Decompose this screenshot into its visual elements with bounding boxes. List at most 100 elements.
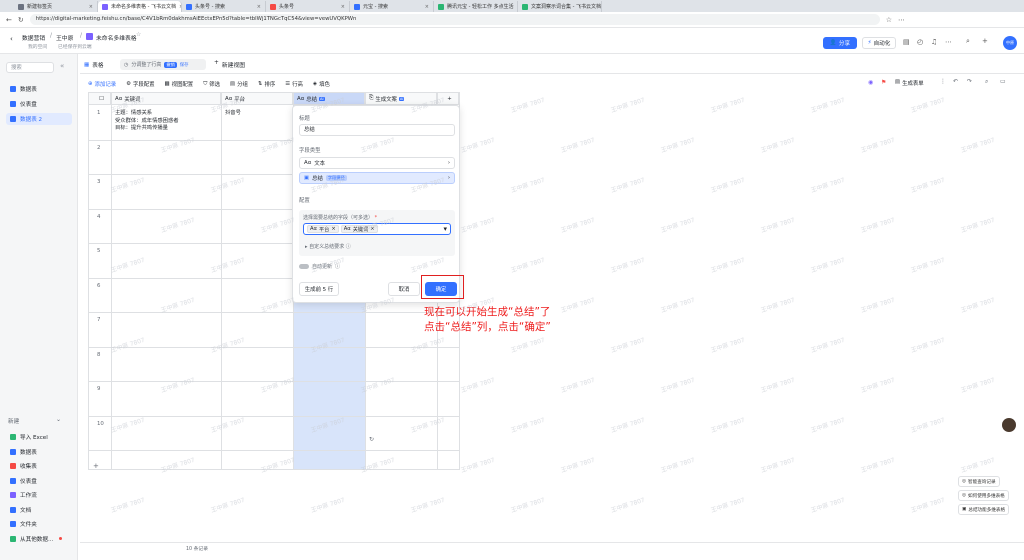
search-icon[interactable]: ⌕ (966, 37, 970, 46)
new-item[interactable]: 工作流 (6, 489, 72, 501)
comment-icon[interactable]: ▭ (1000, 78, 1006, 85)
row-number: 9 (97, 386, 101, 392)
toolbar-gear-button[interactable]: ⚙ 字段配置 (126, 80, 154, 88)
toolbar-row-height-button[interactable]: ☰ 行高 (285, 80, 303, 88)
chevron-down-icon[interactable]: ⌄ (56, 416, 61, 423)
automation-button[interactable]: ⚡ 自动化 (862, 37, 896, 49)
star-icon[interactable]: ☆ (886, 16, 892, 24)
close-icon[interactable]: × (425, 4, 429, 10)
generate-form-button[interactable]: ▤ 生成表单 (895, 79, 924, 87)
browser-tab[interactable]: 腾讯元宝 - 轻松工作 多点生活× (434, 1, 518, 12)
browser-tab[interactable]: 元宝 - 搜索 × (350, 1, 434, 12)
settings-icon[interactable]: ⋮ (940, 78, 946, 85)
toolbar-sort-button[interactable]: ⇅ 排序 (258, 80, 275, 88)
reload-icon[interactable]: ↻ (18, 16, 24, 24)
tab-label: 文案洞察示词合集 - 飞书云文档 (531, 4, 601, 10)
new-item-label: 数据表 (20, 449, 37, 456)
row-number: 4 (97, 213, 101, 220)
generate-first-rows-button[interactable]: 生成前 5 行 (299, 282, 339, 296)
more-icon[interactable]: ⋯ (945, 38, 952, 46)
new-item[interactable]: 收集表 (6, 460, 72, 472)
tab-table[interactable]: ▦ 表格 (84, 61, 104, 69)
field-config-panel: 标题 总结 字段类型 Aα 文本 › ▣ 总结 字段捷径 › 配置 选择需要总结的字段（可… (292, 105, 460, 303)
config-box: 选择需要总结的字段（可多选） * Aα 平台 × Aα 关键词 × ▾ ▸ 自定… (299, 210, 455, 256)
space-label: 我的空间 (28, 45, 48, 50)
search-input[interactable]: 搜索 (6, 62, 54, 73)
breadcrumb-owner[interactable]: 王中原 (56, 33, 73, 42)
doc-title[interactable]: 未命名多维表格 (96, 33, 137, 42)
flag-icon[interactable]: ⚑ (881, 79, 886, 86)
new-view-button[interactable]: + 新建视图 (214, 60, 245, 69)
undo-icon[interactable]: ↶ (953, 78, 958, 85)
row-divider (89, 450, 459, 451)
new-item[interactable]: 数据表 (6, 446, 72, 458)
redo-icon[interactable]: ↷ (967, 78, 972, 85)
toolbar-view-button[interactable]: ▦ 视图配置 (165, 80, 194, 88)
new-item[interactable]: 仪表盘 (6, 475, 72, 487)
sidebar-item[interactable]: 数据表 (6, 83, 72, 95)
close-icon[interactable]: × (89, 4, 93, 10)
select-all-checkbox[interactable]: ☐ (89, 93, 111, 105)
summary-feature-button[interactable]: ▣ 总结功能多维表格 (958, 504, 1010, 515)
breadcrumb-parent[interactable]: 数据营销 (22, 33, 45, 42)
avatar[interactable]: 中原 (1003, 36, 1017, 50)
smart-query-button[interactable]: ◎ 智能查询记录 (958, 476, 1000, 487)
refresh-icon[interactable]: ↻ (369, 436, 374, 443)
watermark: 王中原 7807 (910, 96, 946, 115)
new-item[interactable]: 从其他数据... (6, 533, 72, 545)
star-icon[interactable]: ☆ (136, 32, 141, 38)
field-type-text-option[interactable]: Aα 文本 › (299, 157, 455, 169)
plus-icon[interactable]: + (982, 37, 988, 45)
new-item-label: 仪表盘 (20, 478, 37, 485)
collapse-icon[interactable]: « (60, 62, 64, 70)
toolbar-filter-button[interactable]: ⛉ 筛选 (203, 80, 220, 89)
document-icon[interactable]: ▤ (903, 38, 910, 46)
sidebar-item[interactable]: 仪表盘 (6, 98, 72, 110)
bell-icon[interactable]: ♫ (931, 38, 937, 46)
new-item[interactable]: 导入 Excel (6, 431, 72, 443)
new-item[interactable]: 文档 (6, 504, 72, 516)
sidebar-item[interactable]: 数据表 2 (6, 113, 72, 125)
toggle-switch[interactable] (299, 264, 309, 269)
undo-badge[interactable]: 撤销 (164, 61, 177, 68)
cell-platform-row1[interactable]: 抖音号 (225, 110, 241, 118)
how-to-use-button[interactable]: ◎ 如何使用多维表格 (958, 490, 1009, 501)
watermark: 王中原 7807 (510, 176, 546, 195)
close-icon[interactable]: × (341, 4, 345, 10)
browser-tab[interactable]: 文案洞察示词合集 - 飞书云文档× (518, 1, 602, 12)
toolbar-fill-button[interactable]: ◈ 填色 (313, 80, 330, 88)
save-badge[interactable]: 保存 (180, 62, 189, 68)
extensions-icon[interactable]: ⋯ (898, 16, 905, 24)
ai-icon[interactable]: ◉ (868, 79, 873, 86)
watermark: 王中原 7807 (810, 496, 846, 515)
tab-label: 头条号 - 搜索 (195, 4, 225, 10)
watermark: 王中原 7807 (810, 176, 846, 195)
item-icon (10, 477, 16, 484)
assistant-avatar[interactable] (1002, 418, 1016, 432)
back-icon[interactable]: ← (6, 16, 12, 24)
record-count: 10 条记录 (186, 547, 209, 552)
custom-requirements-toggle[interactable]: ▸ 自定义总结要求 ⓘ (305, 243, 351, 250)
browser-tab[interactable]: 头条号 × (266, 1, 350, 12)
search-icon[interactable]: ⌕ (985, 78, 988, 86)
share-button[interactable]: 👤 分享 (823, 37, 857, 49)
chip-platform[interactable]: Aα 平台 × (307, 225, 339, 233)
add-record-button[interactable]: ⊕ 添加记录 (88, 80, 116, 88)
browser-tab[interactable]: 新建标签页 × (14, 1, 98, 12)
back-icon[interactable]: ‹ (10, 35, 13, 43)
new-item[interactable]: 文件夹 (6, 518, 72, 530)
row-number: 5 (97, 248, 101, 254)
browser-tab[interactable]: 未命名多维表格 - 飞书云文档× (98, 1, 182, 12)
browser-tab[interactable]: 头条号 - 搜索 × (182, 1, 266, 12)
toolbar-group-button[interactable]: ▤ 分组 (230, 80, 248, 88)
watermark: 王中原 7807 (760, 376, 796, 395)
history-icon[interactable]: ◴ (917, 38, 923, 46)
cell-keyword-row1[interactable]: 主题：情感关系 受众群体：成年情感困惑者 目标：提升共鸣传播量 (115, 110, 179, 133)
row-number: 8 (97, 351, 101, 358)
add-row-button[interactable]: + (93, 462, 99, 470)
url-input[interactable]: https://digital-marketing.feishu.cn/base… (29, 14, 880, 25)
title-input[interactable]: 总结 (299, 124, 455, 136)
watermark: 王中原 7807 (860, 376, 896, 395)
close-icon[interactable]: × (257, 4, 261, 10)
item-icon (10, 434, 16, 440)
